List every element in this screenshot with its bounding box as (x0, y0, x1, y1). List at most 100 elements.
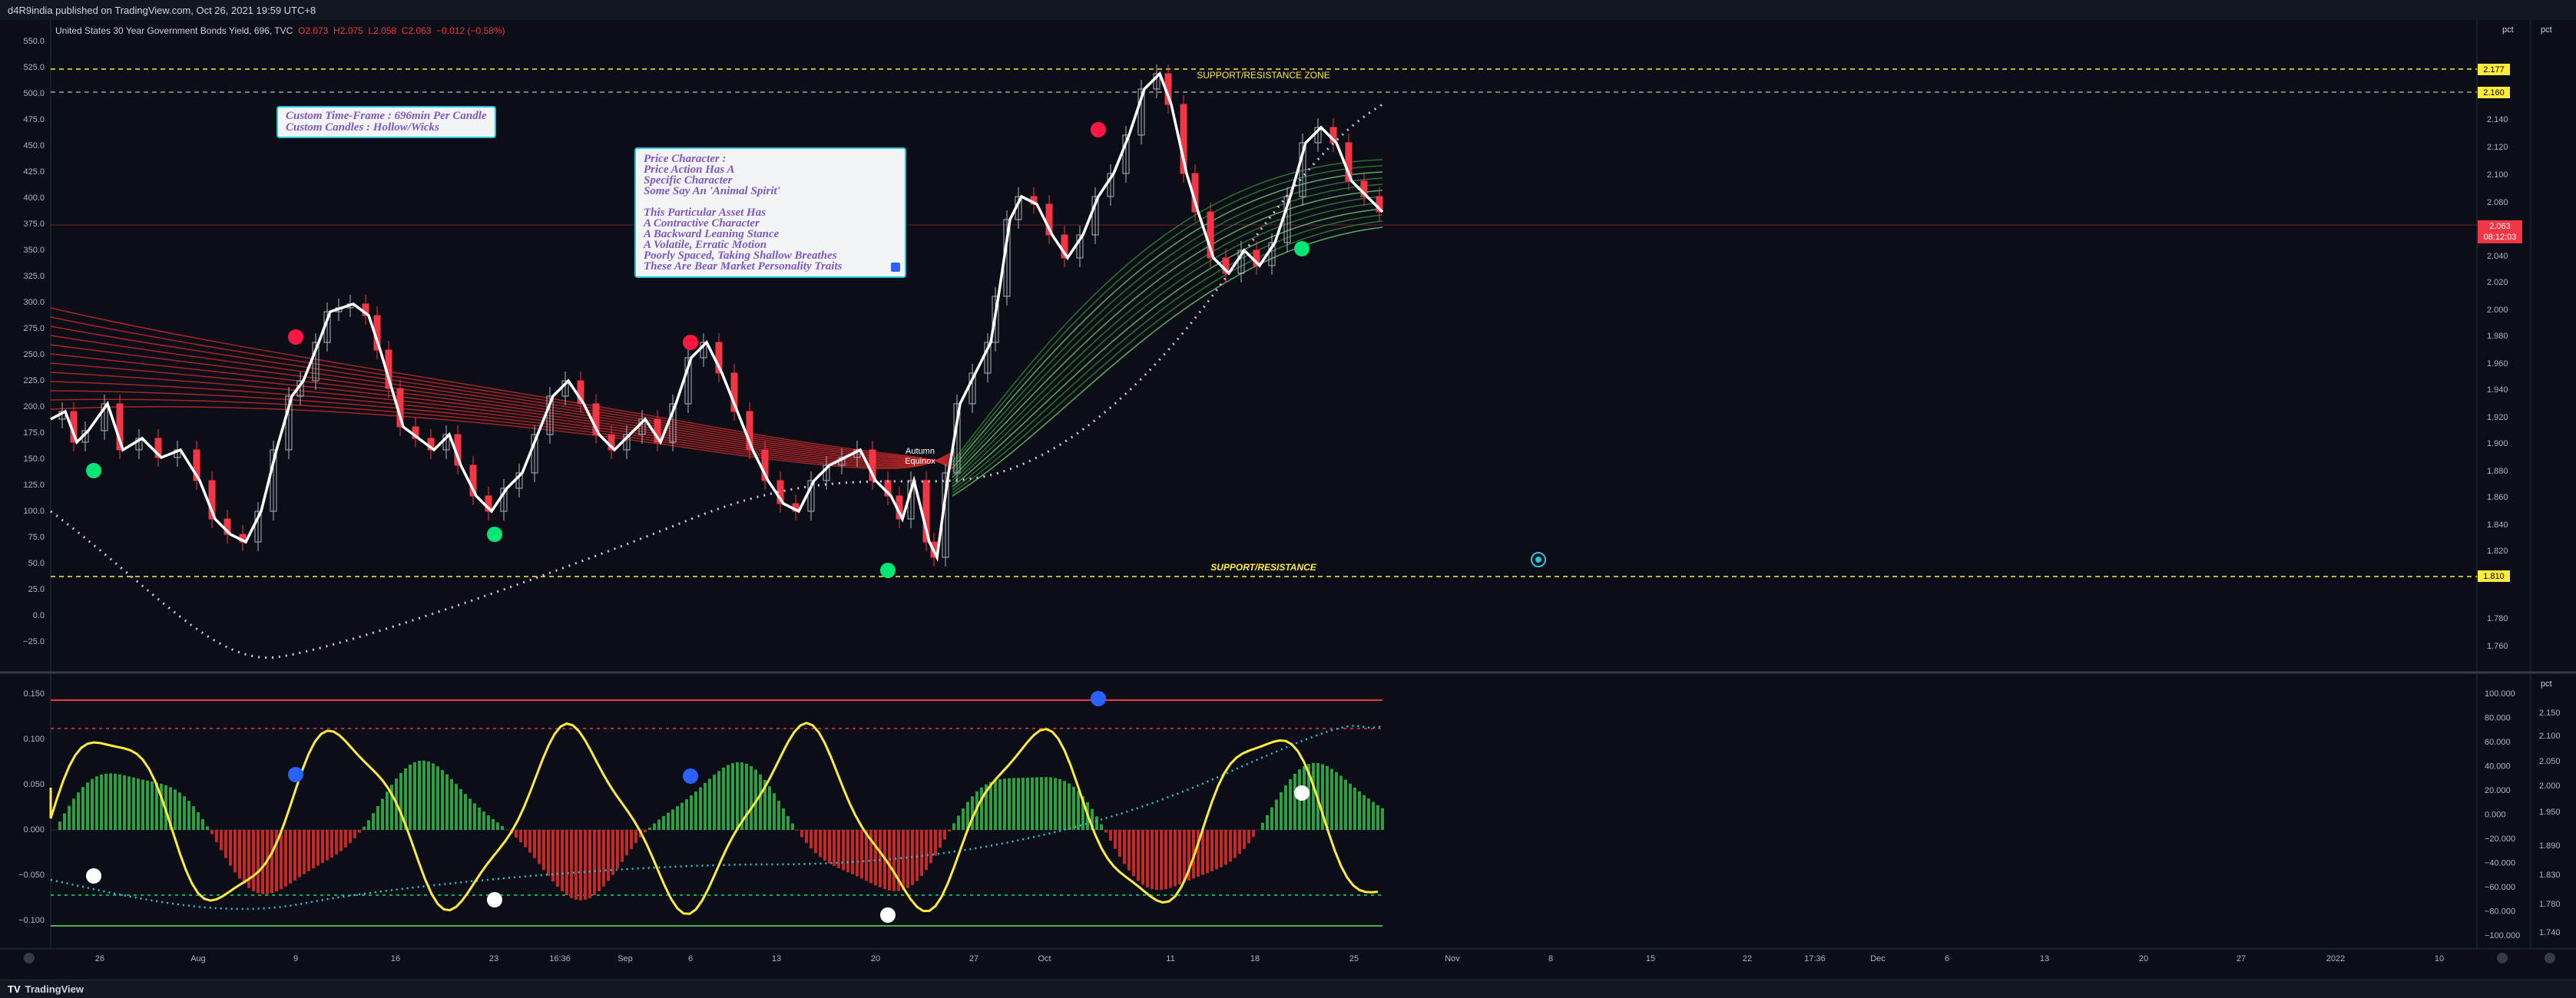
time-tick-label: 2022 (2326, 954, 2345, 963)
histogram-bar (224, 830, 227, 858)
histogram-bar (1160, 830, 1163, 890)
axis-tick-label: 80.000 (2485, 714, 2511, 723)
histogram-bar (1146, 830, 1149, 887)
buy-signal-dot (1294, 241, 1310, 256)
histogram-bar (1289, 779, 1292, 830)
histogram-bar (644, 830, 647, 832)
histogram-bar (648, 828, 651, 830)
axis-tick-label: 50.0 (28, 559, 45, 568)
histogram-bar (1312, 763, 1315, 830)
auto-scale-icon[interactable] (2497, 953, 2508, 963)
histogram-bar (252, 830, 255, 891)
histogram-bar (782, 808, 785, 830)
histogram-bar (994, 780, 997, 830)
histogram-bar (1339, 776, 1343, 830)
histogram-bar (819, 830, 822, 857)
histogram-bar (436, 766, 439, 830)
histogram-bar (570, 830, 573, 898)
histogram-bar (837, 830, 840, 868)
histogram-bar (856, 830, 859, 877)
histogram-bar (257, 830, 260, 894)
axis-tick-label: 0.000 (2485, 811, 2506, 820)
histogram-bar (584, 830, 587, 900)
chart-canvas[interactable]: SUPPORT/RESISTANCE ZONE SUPPORT/RESISTAN… (0, 20, 2576, 980)
settings-icon[interactable] (24, 953, 35, 963)
histogram-bar (524, 830, 527, 848)
top-bar: d4R9india published on TradingView.com, … (0, 0, 2576, 21)
histogram-bar (339, 830, 343, 851)
time-tick-label: Sep (618, 954, 633, 963)
histogram-bar (344, 830, 347, 848)
histogram-bar (1261, 823, 1264, 830)
histogram-bar (519, 830, 522, 842)
pct-toggle[interactable]: pct (2502, 25, 2514, 35)
histogram-bar (1367, 798, 1370, 830)
histogram-bar (492, 819, 495, 830)
log-scale-icon[interactable] (2545, 953, 2555, 963)
histogram-bar (602, 830, 605, 887)
axis-tick-label: 1.830 (2539, 871, 2561, 880)
character-note-text: Price Character : Price Action Has A Spe… (644, 154, 897, 272)
histogram-bar (1174, 830, 1177, 887)
osc-right-axis: 100.00080.00060.00040.00020.0000.000−20.… (2485, 689, 2520, 940)
histogram-bar (607, 830, 610, 881)
histogram-bar (376, 806, 379, 830)
zone-top-label: SUPPORT/RESISTANCE ZONE (1197, 70, 1330, 81)
histogram-bar (611, 830, 614, 875)
histogram-bar (1114, 830, 1117, 849)
axis-tick-label: 0.000 (23, 825, 45, 834)
time-tick-label: 16:36 (549, 954, 571, 963)
histogram-bar (667, 813, 670, 830)
axis-tick-label: 2.100 (2539, 732, 2561, 741)
histogram-bar (892, 830, 896, 891)
histogram-bar (1045, 777, 1048, 830)
chart-area[interactable]: SUPPORT/RESISTANCE ZONE SUPPORT/RESISTAN… (0, 20, 2576, 980)
histogram-bar (1376, 805, 1379, 830)
histogram-bar (464, 794, 467, 830)
histogram-bar (427, 762, 430, 830)
timeframe-note[interactable]: Custom Time-Frame : 696min Per Candle Cu… (276, 106, 496, 138)
histogram-bar (146, 781, 149, 830)
histogram-bar (1266, 815, 1269, 830)
publisher-text: d4R9india published on TradingView.com, … (8, 5, 316, 16)
pct-toggle-2[interactable]: pct (2541, 25, 2552, 35)
note-edit-icon[interactable] (891, 263, 900, 272)
axis-tick-label: 1.740 (2539, 928, 2561, 937)
axis-tick-label: 475.0 (23, 115, 45, 124)
histogram-bar (68, 806, 71, 830)
equinox-label-2: Equinox (905, 457, 935, 466)
character-note[interactable]: Price Character : Price Action Has A Spe… (634, 147, 906, 278)
histogram-bar (220, 830, 223, 850)
pct-toggle-osc[interactable]: pct (2541, 679, 2552, 689)
histogram-bar (1247, 830, 1250, 843)
histogram-bar (174, 789, 177, 830)
time-tick-label: 6 (1945, 954, 1949, 963)
marker-icon-core (1535, 557, 1541, 563)
histogram-bar (303, 830, 306, 874)
histogram-bar (326, 830, 329, 861)
histogram-bar (680, 803, 684, 830)
histogram-bar (796, 830, 799, 831)
histogram-bar (229, 830, 232, 865)
histogram-bar (542, 830, 545, 870)
axis-tick-label: 150.0 (23, 454, 45, 464)
osc-right-axis-2: 2.1502.1002.0502.0001.9501.8901.8301.780… (2539, 709, 2561, 937)
axis-tick-label: 325.0 (23, 272, 45, 281)
histogram-bar (879, 830, 882, 887)
histogram-bar (1362, 795, 1366, 830)
histogram-bar (1358, 791, 1361, 830)
histogram-bar (1077, 791, 1080, 830)
histogram-bar (1100, 825, 1103, 830)
histogram-bar (998, 779, 1002, 830)
histogram-bar (478, 808, 481, 830)
histogram-bar (980, 788, 983, 830)
tradingview-logo[interactable]: TVTradingView (8, 983, 84, 995)
axis-tick-label: 2.080 (2487, 198, 2508, 207)
histogram-bar (1349, 784, 1352, 830)
time-tick-label: 27 (2237, 954, 2246, 963)
histogram-bar (233, 830, 237, 872)
histogram-bar (1003, 778, 1006, 830)
histogram-bar (906, 830, 909, 888)
svg-text:2.160: 2.160 (2483, 88, 2505, 97)
axis-tick-label: 2.020 (2487, 278, 2508, 287)
